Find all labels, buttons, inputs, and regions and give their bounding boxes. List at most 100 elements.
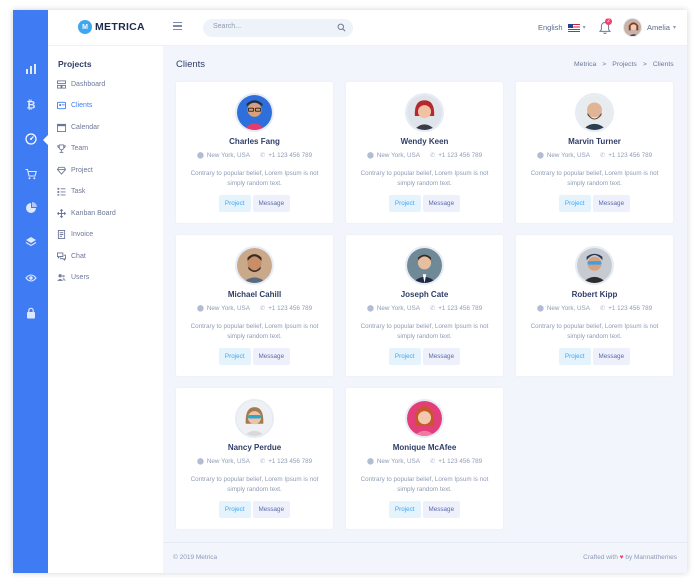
message-button[interactable]: Message <box>252 348 291 365</box>
calendar-icon <box>57 123 66 132</box>
client-phone: +1 123 456 789 <box>608 152 653 159</box>
bitcoin-icon[interactable]: ₿ <box>13 94 48 114</box>
menu-item-chat[interactable]: Chat <box>57 252 86 261</box>
search-placeholder: Search... <box>213 23 242 30</box>
client-actions: Project Message <box>346 348 503 365</box>
message-button[interactable]: Message <box>592 348 631 365</box>
location-pin-icon: ⬤ <box>366 152 374 159</box>
message-button[interactable]: Message <box>422 195 461 212</box>
layers-icon[interactable] <box>13 232 48 252</box>
client-phone: +1 123 456 789 <box>268 305 313 312</box>
client-description: Contrary to popular belief, Lorem Ipsum … <box>360 323 489 340</box>
language-selector[interactable]: English ▾ <box>538 23 586 32</box>
bar-chart-icon[interactable] <box>13 59 48 79</box>
client-phone: +1 123 456 789 <box>268 152 313 159</box>
avatar <box>405 93 444 132</box>
logo[interactable]: M METRICA <box>78 20 145 34</box>
icon-rail: ₿ <box>13 10 49 573</box>
location-pin-icon: ⬤ <box>196 152 204 159</box>
cart-icon[interactable] <box>13 164 48 184</box>
heart-icon: ♥ <box>619 554 624 561</box>
breadcrumb-metrica[interactable]: Metrica <box>574 61 596 68</box>
chevron-down-icon: ▾ <box>672 25 676 31</box>
chat-icon <box>57 252 66 261</box>
client-actions: Project Message <box>346 195 503 212</box>
menu-item-label: Calendar <box>71 124 100 131</box>
search-icon[interactable] <box>337 23 346 32</box>
client-location: New York, USA <box>376 152 420 159</box>
client-phone: +1 123 456 789 <box>438 458 483 465</box>
menu-item-label: Users <box>71 274 90 281</box>
project-button[interactable]: Project <box>388 195 421 212</box>
client-description: Contrary to popular belief, Lorem Ipsum … <box>360 476 489 493</box>
avatar <box>235 93 274 132</box>
message-button[interactable]: Message <box>592 195 631 212</box>
client-name: Charles Fang <box>229 137 280 146</box>
project-button[interactable]: Project <box>218 348 251 365</box>
phone-icon: ✆ <box>259 458 266 465</box>
menu-item-calendar[interactable]: Calendar <box>57 123 99 132</box>
logo-mark-icon: M <box>78 20 92 34</box>
project-button[interactable]: Project <box>388 501 421 518</box>
top-bar: M METRICA Search... English ▾ 2 Amelia ▾ <box>48 10 687 46</box>
lock-icon[interactable] <box>13 303 48 323</box>
client-location: New York, USA <box>546 152 590 159</box>
phone-icon: ✆ <box>599 152 606 159</box>
menu-item-label: Clients <box>71 102 93 109</box>
menu-item-kanban-board[interactable]: Kanban Board <box>57 209 116 218</box>
client-card: Charles Fang ⬤ New York, USA ✆ +1 123 456 … <box>176 82 333 223</box>
client-actions: Project Message <box>176 195 333 212</box>
search-input[interactable]: Search... <box>203 19 353 37</box>
message-button[interactable]: Message <box>422 348 461 365</box>
breadcrumb-separator: > <box>602 61 607 68</box>
client-location: New York, USA <box>546 305 590 312</box>
language-label: English <box>538 23 563 32</box>
breadcrumb-clients: Clients <box>652 61 674 68</box>
client-phone: +1 123 456 789 <box>438 152 483 159</box>
hamburger-menu-icon[interactable] <box>173 22 182 30</box>
avatar <box>575 93 614 132</box>
page-title: Clients <box>176 59 206 70</box>
breadcrumb-projects[interactable]: Projects <box>612 61 637 68</box>
client-card: Michael Cahill ⬤ New York, USA ✆ +1 123 45… <box>176 235 333 376</box>
menu-item-team[interactable]: Team <box>57 144 88 153</box>
menu-item-task[interactable]: Task <box>57 187 85 196</box>
client-actions: Project Message <box>176 348 333 365</box>
client-description: Contrary to popular belief, Lorem Ipsum … <box>190 170 319 187</box>
phone-icon: ✆ <box>259 152 266 159</box>
avatar <box>623 18 642 37</box>
message-button[interactable]: Message <box>422 501 461 518</box>
client-phone: +1 123 456 789 <box>268 458 313 465</box>
client-meta: ⬤ New York, USA ✆ +1 123 456 789 <box>516 152 673 159</box>
us-flag-icon <box>567 23 580 32</box>
eye-icon[interactable] <box>13 268 48 288</box>
project-button[interactable]: Project <box>558 348 591 365</box>
diamond-icon <box>57 166 66 175</box>
client-actions: Project Message <box>516 348 673 365</box>
avatar <box>405 399 444 438</box>
project-button[interactable]: Project <box>388 348 421 365</box>
pie-chart-icon[interactable] <box>13 198 48 218</box>
crafted-prefix: Crafted with <box>583 554 618 561</box>
client-phone: +1 123 456 789 <box>608 305 653 312</box>
client-meta: ⬤ New York, USA ✆ +1 123 456 789 <box>516 305 673 312</box>
message-button[interactable]: Message <box>252 501 291 518</box>
project-button[interactable]: Project <box>218 501 251 518</box>
message-button[interactable]: Message <box>252 195 291 212</box>
user-menu[interactable]: Amelia ▾ <box>623 18 676 37</box>
phone-icon: ✆ <box>429 305 436 312</box>
avatar <box>235 399 274 438</box>
client-card: Robert Kipp ⬤ New York, USA ✆ +1 123 456 7… <box>516 235 673 376</box>
avatar <box>405 246 444 285</box>
project-button[interactable]: Project <box>558 195 591 212</box>
client-card: Marvin Turner ⬤ New York, USA ✆ +1 123 456… <box>516 82 673 223</box>
menu-item-clients[interactable]: Clients <box>57 101 92 110</box>
menu-item-dashboard[interactable]: Dashboard <box>57 80 105 89</box>
location-pin-icon: ⬤ <box>536 305 544 312</box>
menu-item-users[interactable]: Users <box>57 273 89 282</box>
client-meta: ⬤ New York, USA ✆ +1 123 456 789 <box>176 305 333 312</box>
menu-item-invoice[interactable]: Invoice <box>57 230 93 239</box>
project-button[interactable]: Project <box>218 195 251 212</box>
menu-item-project[interactable]: Project <box>57 166 93 175</box>
logo-text: METRICA <box>95 21 145 33</box>
